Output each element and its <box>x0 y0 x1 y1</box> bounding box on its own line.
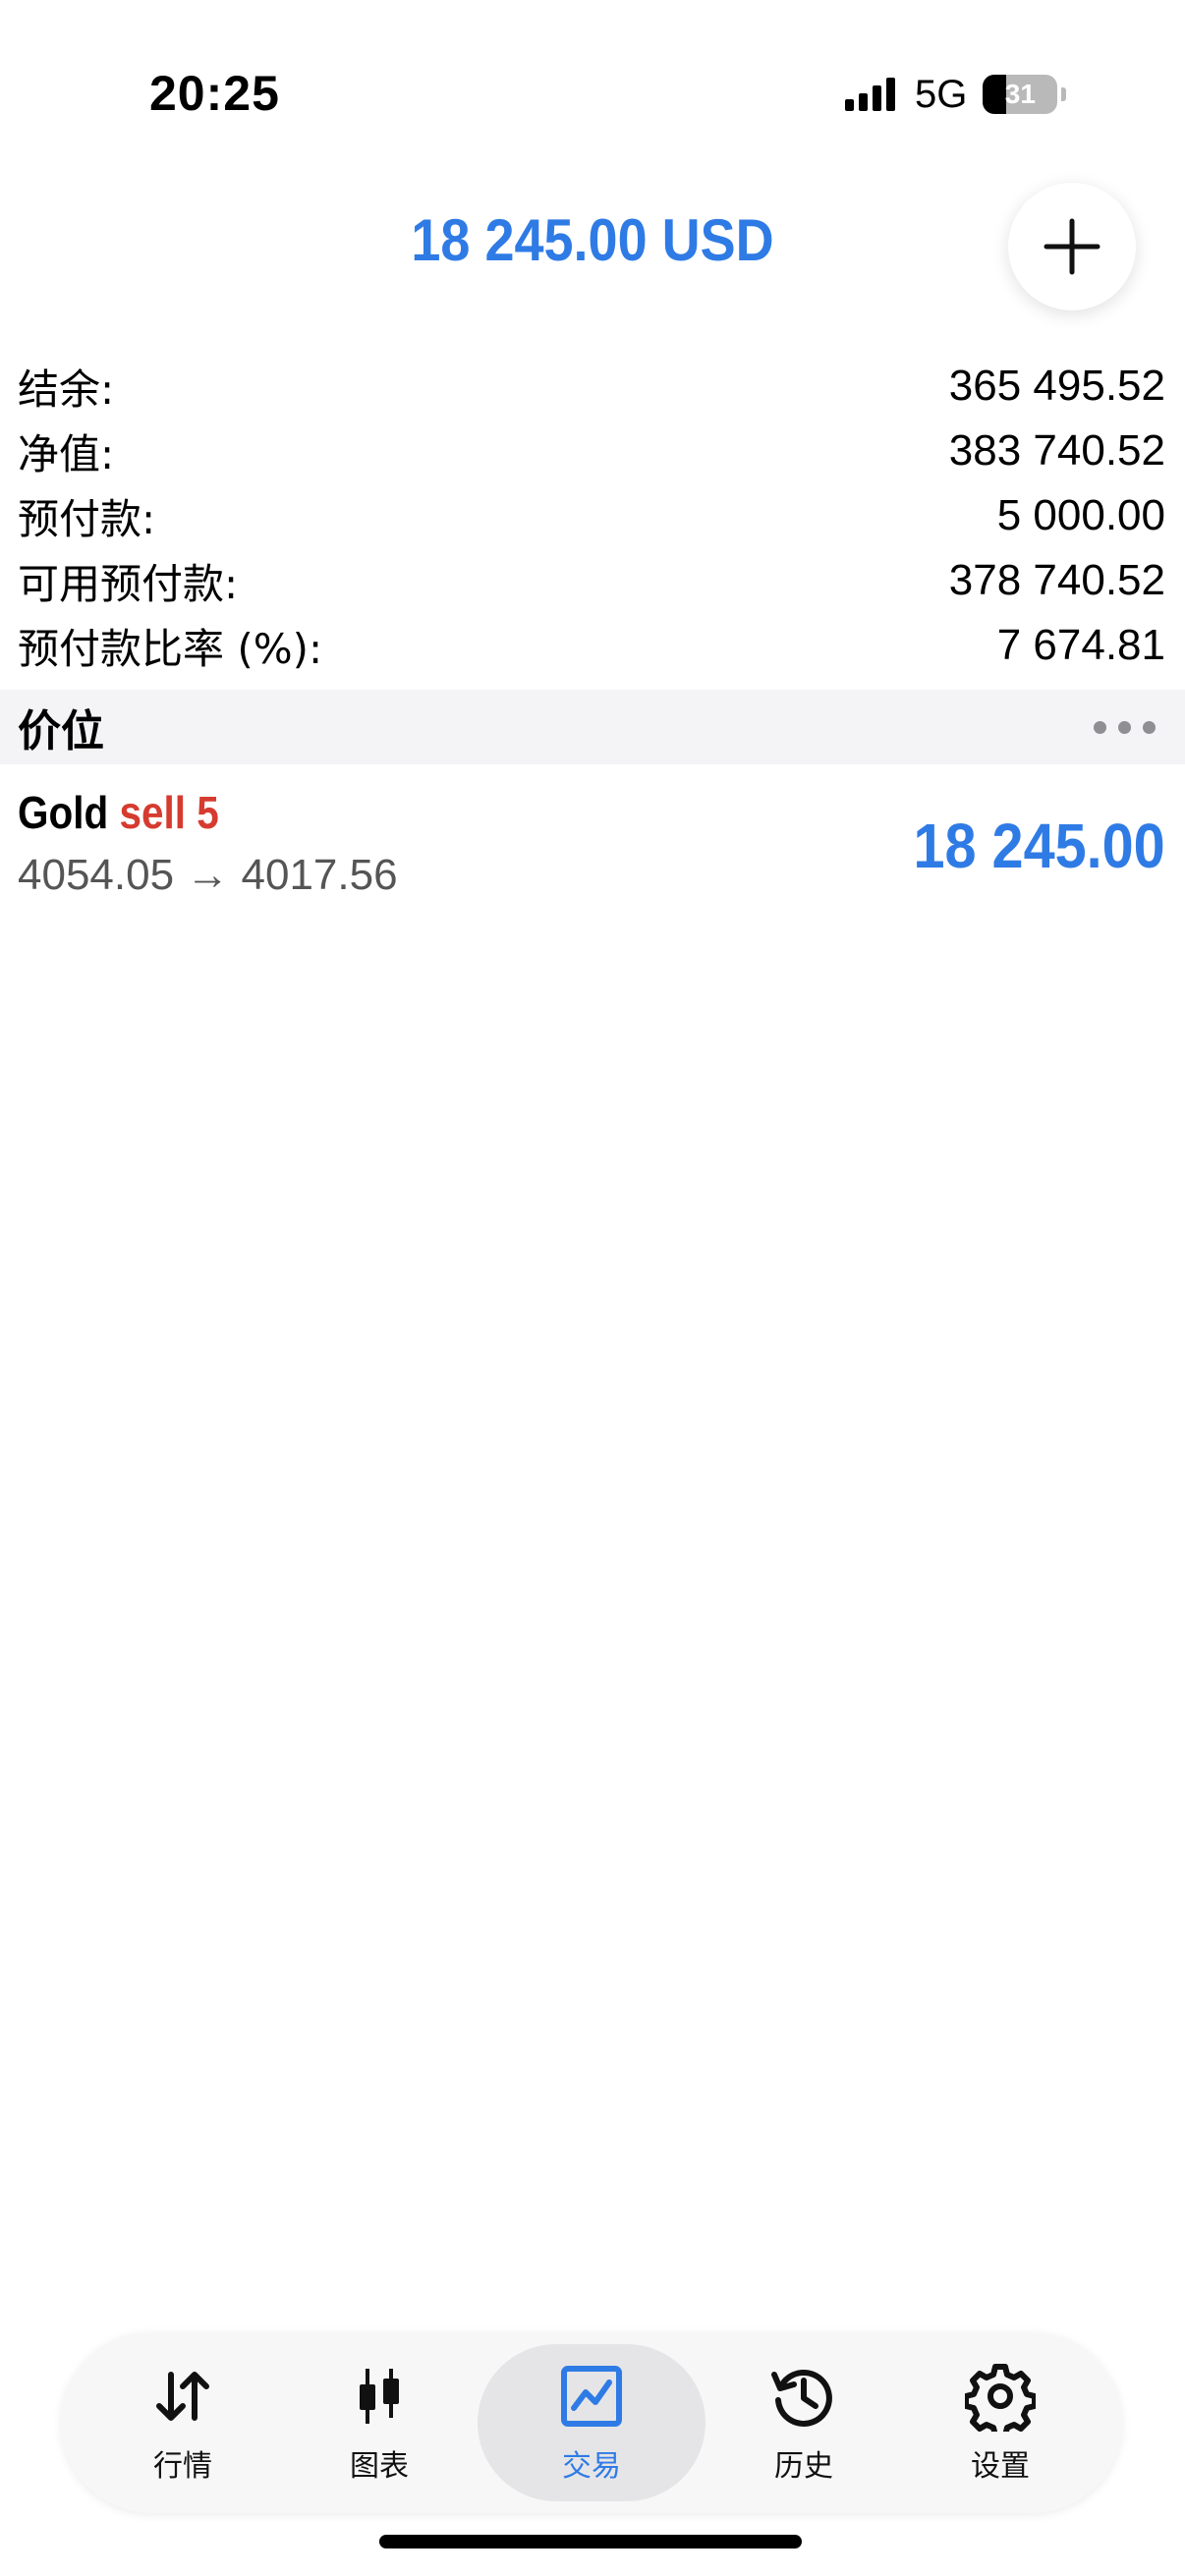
battery-icon: 31 <box>983 75 1058 114</box>
summary-value: 7 674.81 <box>996 621 1165 669</box>
arrows-up-down-icon <box>156 2372 209 2421</box>
tab-label: 交易 <box>562 2449 621 2484</box>
summary-value: 378 740.52 <box>948 556 1165 604</box>
tab-settings[interactable]: 设置 <box>902 2344 1099 2501</box>
position-symbol: Gold <box>18 787 109 838</box>
home-indicator[interactable] <box>379 2535 802 2548</box>
tab-label: 图表 <box>350 2449 409 2484</box>
more-dots-icon[interactable] <box>1094 720 1156 734</box>
position-type-volume: sell 5 <box>119 787 219 838</box>
account-summary: 结余: 365 495.52 净值: 383 740.52 预付款: 5 000… <box>18 354 1165 678</box>
summary-row-equity: 净值: 383 740.52 <box>18 419 1165 483</box>
plus-icon <box>1044 218 1100 275</box>
summary-row-margin-level: 预付款比率 (%): 7 674.81 <box>18 613 1165 678</box>
summary-label: 预付款: <box>18 494 156 543</box>
tab-quotes[interactable]: 行情 <box>85 2344 281 2501</box>
new-order-button[interactable] <box>1008 183 1136 310</box>
summary-label: 结余: <box>18 364 115 414</box>
summary-row-margin: 预付款: 5 000.00 <box>18 483 1165 548</box>
tab-label: 行情 <box>153 2449 212 2484</box>
bottom-tab-bar: 行情 图表 交易 历史 设置 <box>61 2332 1122 2513</box>
position-title: Gold sell 5 <box>18 786 219 839</box>
tab-label: 历史 <box>774 2449 833 2484</box>
signal-icon <box>845 78 895 111</box>
tab-label: 设置 <box>971 2449 1030 2484</box>
floating-profit-title: 18 245.00 USD <box>411 207 774 273</box>
battery-cap <box>1061 87 1067 101</box>
positions-section-header: 价位 <box>0 690 1185 764</box>
trade-chart-icon <box>561 2366 622 2427</box>
tab-charts[interactable]: 图表 <box>281 2344 478 2501</box>
status-time: 20:25 <box>149 66 280 121</box>
section-title: 价位 <box>18 706 104 756</box>
position-row[interactable]: Gold sell 5 4054.05 → 4017.56 18 245.00 <box>18 776 1165 914</box>
battery-level: 31 <box>1004 79 1036 109</box>
tab-trade[interactable]: 交易 <box>478 2344 705 2501</box>
summary-value: 365 495.52 <box>948 362 1165 410</box>
summary-value: 383 740.52 <box>948 426 1165 475</box>
summary-row-free-margin: 可用预付款: 378 740.52 <box>18 548 1165 613</box>
candlestick-icon <box>360 2369 399 2424</box>
history-icon <box>771 2370 832 2427</box>
summary-label: 预付款比率 (%): <box>18 624 323 673</box>
summary-row-balance: 结余: 365 495.52 <box>18 354 1165 419</box>
position-profit: 18 245.00 <box>913 811 1165 881</box>
gear-icon <box>965 2364 1036 2432</box>
tab-history[interactable]: 历史 <box>705 2344 902 2501</box>
summary-value: 5 000.00 <box>996 491 1165 539</box>
network-type: 5G <box>915 72 968 116</box>
summary-label: 可用预付款: <box>18 559 239 608</box>
position-prices: 4054.05 → 4017.56 <box>18 851 398 899</box>
summary-label: 净值: <box>18 429 115 478</box>
trade-screen: 20:25 5G 31 18 245.00 USD 结余: 365 495.52… <box>0 0 1185 2576</box>
status-indicators: 5G 31 <box>845 69 1067 120</box>
